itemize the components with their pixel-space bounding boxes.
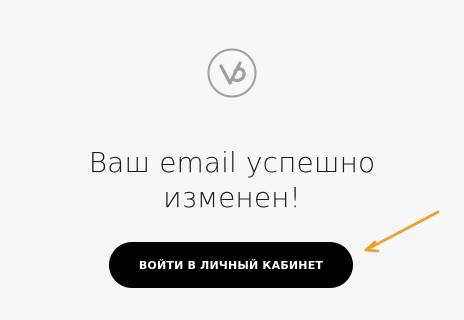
enter-account-button[interactable]: ВОЙТИ В ЛИЧНЫЙ КАБИНЕТ — [109, 242, 353, 288]
arrow-annotation-icon — [352, 204, 446, 260]
v-logo-icon — [206, 47, 258, 99]
success-message-line-1: Ваш email успешно — [88, 146, 376, 179]
enter-account-button-label: ВОЙТИ В ЛИЧНЫЙ КАБИНЕТ — [138, 258, 324, 272]
